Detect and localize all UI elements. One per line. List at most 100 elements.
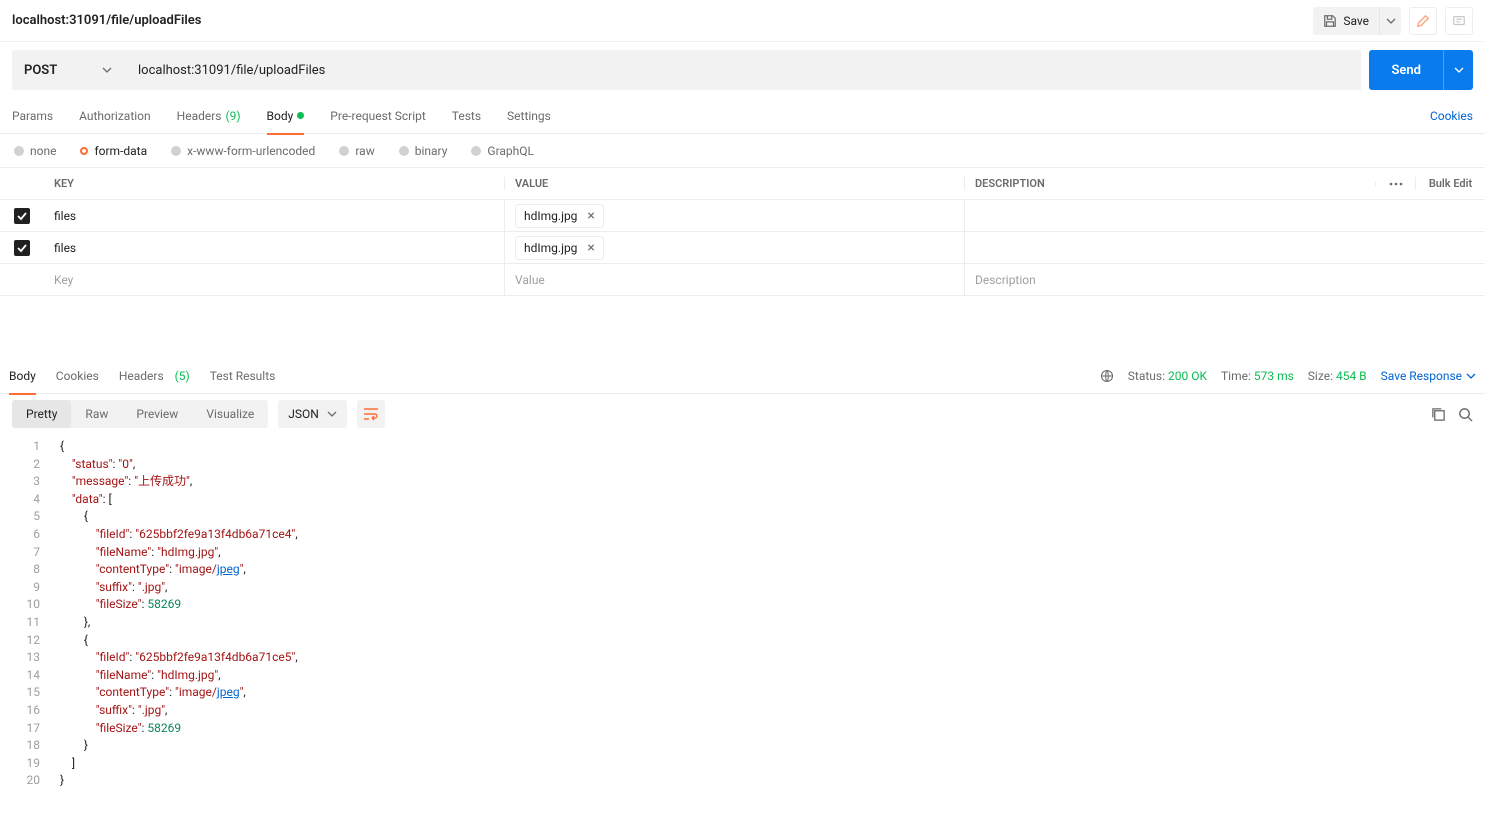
resp-tab-headers[interactable]: Headers (5) — [119, 358, 190, 394]
chevron-down-icon — [102, 65, 112, 75]
comment-icon — [1452, 14, 1466, 28]
remove-file-icon[interactable]: × — [587, 240, 594, 256]
comments-button[interactable] — [1445, 7, 1473, 35]
file-chip-name: hdImg.jpg — [524, 209, 577, 223]
body-type-graphql[interactable]: GraphQL — [471, 144, 534, 158]
tab-tests[interactable]: Tests — [452, 98, 481, 134]
resp-tab-cookies[interactable]: Cookies — [56, 358, 99, 394]
radio-label: GraphQL — [487, 144, 534, 158]
resp-tab-headers-label: Headers — [119, 369, 164, 383]
view-visualize[interactable]: Visualize — [192, 400, 268, 428]
radio-label: x-www-form-urlencoded — [187, 144, 315, 158]
kv-row-new: Key Value Description — [0, 264, 1485, 296]
search-icon[interactable] — [1458, 407, 1473, 422]
pencil-icon — [1416, 14, 1430, 28]
row-checkbox[interactable] — [14, 208, 30, 224]
save-dropdown[interactable] — [1379, 7, 1401, 35]
kv-value-cell[interactable]: hdImg.jpg× — [504, 232, 964, 264]
kv-key-cell[interactable]: files — [44, 232, 504, 264]
tab-body[interactable]: Body — [267, 98, 305, 134]
time-label: Time: 573 ms — [1221, 369, 1294, 383]
file-chip[interactable]: hdImg.jpg × — [515, 204, 604, 228]
tab-body-label: Body — [267, 109, 294, 123]
kv-value-input[interactable]: Value — [504, 264, 964, 296]
size-value: 454 B — [1336, 369, 1367, 383]
check-icon — [17, 243, 27, 253]
row-checkbox[interactable] — [14, 240, 30, 256]
radio-icon — [471, 146, 481, 156]
kv-header-key: KEY — [44, 177, 504, 190]
kv-desc-cell[interactable] — [964, 200, 1375, 232]
view-raw[interactable]: Raw — [71, 400, 122, 428]
body-type-formdata[interactable]: form-data — [80, 144, 147, 158]
chevron-down-icon — [1454, 65, 1464, 75]
tab-params[interactable]: Params — [12, 98, 53, 134]
body-type-none[interactable]: none — [14, 144, 56, 158]
resp-tab-body[interactable]: Body — [9, 358, 36, 394]
format-select[interactable]: JSON — [278, 400, 347, 428]
radio-label: form-data — [94, 144, 147, 158]
radio-icon — [171, 146, 181, 156]
bulk-edit[interactable]: Bulk Edit — [1415, 177, 1485, 190]
tab-authorization[interactable]: Authorization — [79, 98, 151, 134]
save-button[interactable]: Save — [1313, 7, 1379, 35]
size-label: Size: 454 B — [1308, 369, 1367, 383]
radio-icon — [80, 147, 88, 155]
chevron-down-icon — [1466, 371, 1476, 381]
chevron-down-icon — [327, 409, 337, 419]
response-body-editor[interactable]: 1234567891011121314151617181920 { "statu… — [0, 434, 1485, 790]
body-indicator-dot — [297, 112, 304, 119]
body-type-binary[interactable]: binary — [399, 144, 448, 158]
tab-headers-label: Headers — [177, 109, 222, 123]
kv-header-desc: DESCRIPTION — [964, 177, 1375, 190]
kv-row: files hdImg.jpg × — [0, 200, 1485, 232]
format-value: JSON — [288, 407, 319, 421]
resp-headers-count: (5) — [175, 369, 190, 383]
copy-icon[interactable] — [1431, 407, 1446, 422]
line-gutter: 1234567891011121314151617181920 — [0, 438, 50, 790]
kv-value-cell[interactable]: hdImg.jpg × — [504, 200, 964, 232]
globe-icon[interactable] — [1100, 369, 1114, 383]
tab-settings[interactable]: Settings — [507, 98, 551, 134]
kv-desc-cell[interactable] — [964, 232, 1375, 264]
wrap-lines-button[interactable] — [357, 400, 385, 428]
radio-icon — [339, 146, 349, 156]
body-type-xwww[interactable]: x-www-form-urlencoded — [171, 144, 315, 158]
headers-count: (9) — [226, 109, 241, 123]
kv-key-cell[interactable]: files — [44, 200, 504, 232]
kv-desc-input[interactable]: Description — [964, 264, 1375, 296]
save-response-label: Save Response — [1381, 369, 1462, 383]
radio-label: none — [30, 144, 56, 158]
view-pretty[interactable]: Pretty — [12, 400, 71, 428]
check-icon — [17, 211, 27, 221]
resp-tab-testresults[interactable]: Test Results — [210, 358, 276, 394]
send-button[interactable]: Send — [1369, 50, 1443, 90]
method-select[interactable]: POST — [12, 50, 124, 90]
chevron-down-icon — [1386, 16, 1396, 26]
save-icon — [1323, 14, 1337, 28]
url-input[interactable] — [124, 50, 1361, 90]
file-chip[interactable]: hdImg.jpg× — [515, 236, 604, 260]
code-content: { "status": "0", "message": "上传成功", "dat… — [50, 438, 1485, 790]
send-dropdown[interactable] — [1443, 50, 1473, 90]
edit-button[interactable] — [1409, 7, 1437, 35]
radio-label: raw — [355, 144, 374, 158]
kv-key-input[interactable]: Key — [44, 264, 504, 296]
tab-headers[interactable]: Headers (9) — [177, 98, 241, 134]
remove-file-icon[interactable]: × — [587, 208, 594, 224]
time-value: 573 ms — [1254, 369, 1294, 383]
save-label: Save — [1343, 14, 1369, 28]
wrap-icon — [363, 407, 379, 421]
save-response[interactable]: Save Response — [1381, 369, 1476, 383]
radio-icon — [14, 146, 24, 156]
request-title: localhost:31091/file/uploadFiles — [12, 13, 201, 28]
tab-prerequest[interactable]: Pre-request Script — [330, 98, 425, 134]
method-value: POST — [24, 63, 57, 78]
status-label: Status: 200 OK — [1128, 369, 1207, 383]
save-group: Save — [1313, 7, 1401, 35]
kv-header-value: VALUE — [504, 177, 964, 190]
cookies-link[interactable]: Cookies — [1430, 109, 1473, 123]
body-type-raw[interactable]: raw — [339, 144, 374, 158]
kv-actions-menu[interactable] — [1375, 182, 1415, 186]
view-preview[interactable]: Preview — [122, 400, 192, 428]
